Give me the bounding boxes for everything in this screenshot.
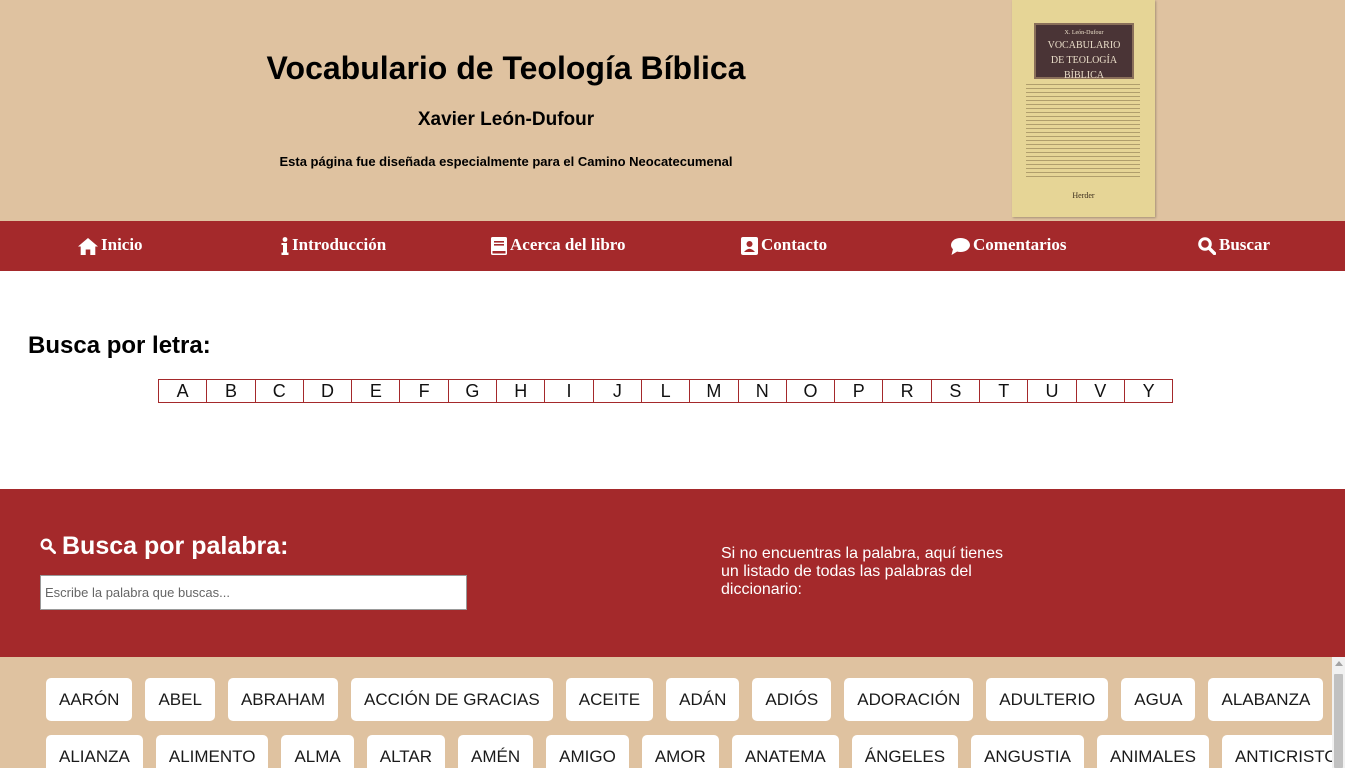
word-row: ALIANZA ALIMENTO ALMA ALTAR AMÉN AMIGO AMOR ANA…	[46, 735, 1345, 768]
word-search-input[interactable]	[40, 575, 467, 610]
scrollbar-thumb[interactable]	[1334, 674, 1343, 768]
word-button[interactable]: ALTAR	[366, 735, 446, 768]
book-cover-title-line: DE TEOLOGÍA	[1050, 55, 1118, 66]
word-button[interactable]: AMIGO	[546, 735, 629, 768]
letter-link-g[interactable]: G	[447, 379, 498, 403]
word-button[interactable]: ANIMALES	[1096, 735, 1209, 768]
word-button[interactable]: ALIMENTO	[155, 735, 269, 768]
book-icon	[491, 237, 507, 256]
word-button[interactable]: ADORACIÓN	[844, 678, 974, 721]
word-button[interactable]: ALMA	[281, 735, 354, 768]
book-cover-publisher: Herder	[1072, 191, 1095, 200]
search-icon	[40, 532, 57, 561]
home-icon	[78, 237, 98, 255]
letter-link-r[interactable]: R	[882, 379, 932, 403]
word-button[interactable]: ÁNGELES	[851, 735, 959, 768]
word-button[interactable]: ACCIÓN DE GRACIAS	[351, 678, 553, 721]
site-title: Vocabulario de Teología Bíblica	[266, 50, 746, 86]
nav-item-acerca-del-libro[interactable]: Acerca del libro	[491, 221, 626, 271]
word-button[interactable]: ABEL	[145, 678, 215, 721]
word-button[interactable]: ANATEMA	[731, 735, 839, 768]
letter-link-e[interactable]: E	[351, 379, 401, 403]
word-button[interactable]: AMOR	[641, 735, 719, 768]
word-row: AARÓN ABEL ABRAHAM ACCIÓN DE GRACIAS ACEITE A…	[46, 678, 1336, 721]
page-scrollbar[interactable]	[1332, 657, 1345, 768]
nav-label: Buscar	[1219, 235, 1270, 254]
nav-item-introduccion[interactable]: Introducción	[281, 221, 386, 271]
info-icon	[281, 237, 289, 256]
word-list-info: Si no encuentras la palabra, aquí tienes…	[721, 545, 1003, 598]
letter-link-n[interactable]: N	[737, 379, 787, 403]
letter-link-f[interactable]: F	[399, 379, 449, 403]
word-button[interactable]: ALIANZA	[46, 735, 143, 768]
letter-link-m[interactable]: M	[689, 379, 739, 403]
word-search-title-text: Busca por palabra:	[62, 532, 289, 560]
letter-search-title: Busca por letra:	[28, 332, 211, 359]
letter-link-l[interactable]: L	[640, 379, 691, 403]
book-cover-author: X. León-Dufour	[1064, 30, 1104, 36]
letter-link-i[interactable]: I	[544, 379, 594, 403]
site-note: Esta página fue diseñada especialmente p…	[279, 154, 733, 169]
letter-link-d[interactable]: D	[302, 379, 353, 403]
word-button[interactable]: ADULTERIO	[986, 678, 1109, 721]
letter-link-s[interactable]: S	[930, 379, 981, 403]
letter-link-p[interactable]: P	[834, 379, 884, 403]
letter-link-u[interactable]: U	[1027, 379, 1077, 403]
word-button[interactable]: ADIÓS	[752, 678, 832, 721]
word-button[interactable]: AARÓN	[46, 678, 133, 721]
word-search-title: Busca por palabra:	[40, 532, 288, 561]
letter-link-y[interactable]: Y	[1123, 379, 1174, 403]
word-list: AARÓN ABEL ABRAHAM ACCIÓN DE GRACIAS ACEITE A…	[0, 657, 1345, 768]
word-button[interactable]: ACEITE	[565, 678, 654, 721]
book-cover-label: X. León-Dufour VOCABULARIO DE TEOLOGÍA B…	[1034, 23, 1134, 81]
letter-index: ABCDEFGHIJLMNOPRSTUVY	[158, 379, 1174, 403]
letter-link-j[interactable]: J	[592, 379, 642, 403]
contact-card-icon	[741, 237, 758, 256]
word-button[interactable]: ADÁN	[666, 678, 740, 721]
word-button[interactable]: AMÉN	[458, 735, 534, 768]
letter-link-t[interactable]: T	[979, 379, 1029, 403]
main-nav: Inicio Introducción Acerca del libro Con…	[0, 221, 1345, 271]
book-cover-title-line: BÍBLICA	[1064, 70, 1104, 81]
nav-item-buscar[interactable]: Buscar	[1198, 221, 1270, 271]
book-author: Xavier León-Dufour	[417, 109, 595, 130]
nav-label: Acerca del libro	[510, 235, 626, 254]
comment-icon	[951, 237, 970, 255]
letter-link-h[interactable]: H	[496, 379, 546, 403]
word-button[interactable]: AGUA	[1121, 678, 1196, 721]
site-header: Vocabulario de Teología Bíblica Xavier L…	[0, 0, 1345, 221]
letter-link-b[interactable]: B	[206, 379, 256, 403]
word-button[interactable]: ANTICRISTO	[1221, 735, 1345, 768]
book-cover-title-line: VOCABULARIO	[1047, 40, 1121, 51]
letter-link-v[interactable]: V	[1075, 379, 1125, 403]
nav-label: Comentarios	[973, 235, 1067, 254]
word-search-section: Busca por palabra: Si no encuentras la p…	[0, 489, 1345, 657]
word-button[interactable]: ABRAHAM	[227, 678, 339, 721]
nav-label: Introducción	[292, 235, 387, 254]
book-cover-text	[1026, 84, 1140, 180]
word-button[interactable]: ANGUSTIA	[971, 735, 1084, 768]
nav-label: Contacto	[761, 235, 828, 254]
letter-link-a[interactable]: A	[158, 379, 208, 403]
book-cover-image: X. León-Dufour VOCABULARIO DE TEOLOGÍA B…	[1012, 0, 1155, 217]
letter-link-o[interactable]: O	[785, 379, 836, 403]
search-icon	[1198, 237, 1216, 256]
nav-item-comentarios[interactable]: Comentarios	[951, 221, 1066, 271]
nav-label: Inicio	[101, 235, 143, 254]
scroll-up-arrow-icon[interactable]	[1335, 661, 1343, 666]
nav-item-contacto[interactable]: Contacto	[741, 221, 827, 271]
word-button[interactable]: ALABANZA	[1208, 678, 1324, 721]
letter-link-c[interactable]: C	[254, 379, 304, 403]
nav-item-inicio[interactable]: Inicio	[78, 221, 143, 271]
